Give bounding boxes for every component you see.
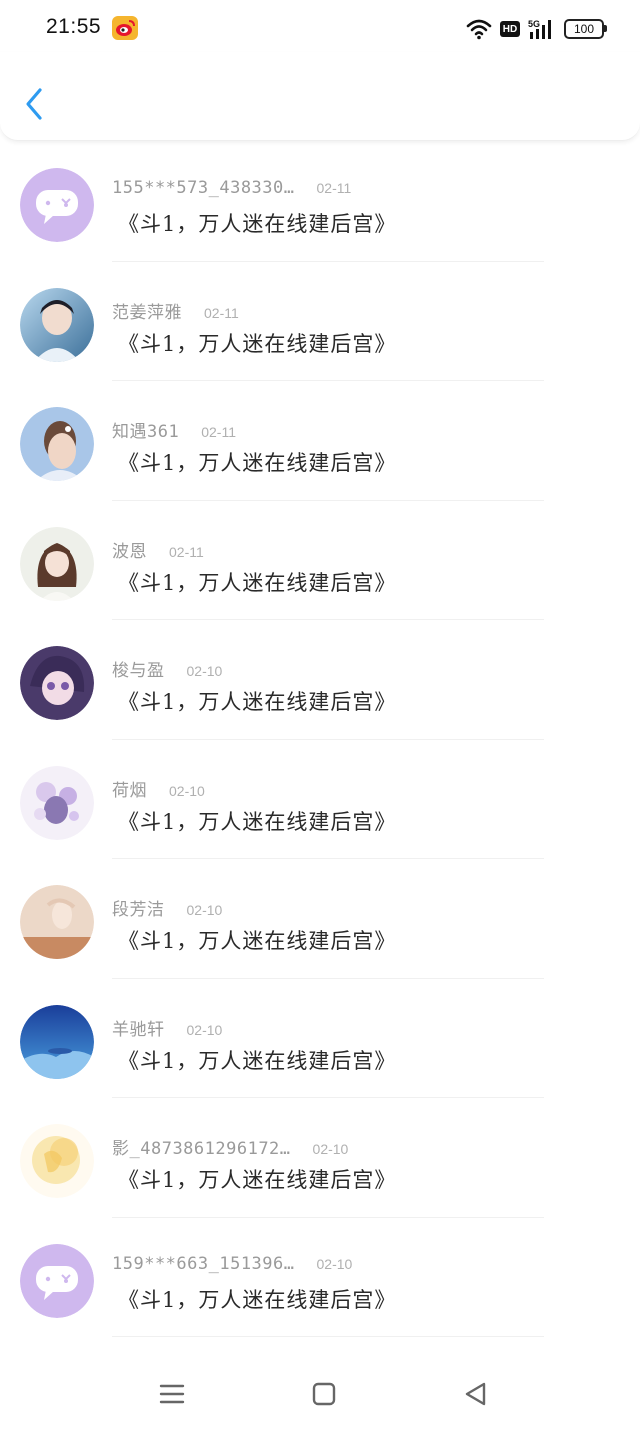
network-type-label: 5G [528, 19, 540, 29]
list-item[interactable]: 段芳洁 02-10 《斗1，万人迷在线建后宫》 [0, 859, 640, 979]
list-item[interactable]: 范姜萍雅 02-11 《斗1，万人迷在线建后宫》 [0, 262, 640, 381]
timestamp: 02-11 [204, 304, 239, 321]
message-text: 《斗1，万人迷在线建后宫》 [118, 1048, 397, 1073]
timestamp: 02-11 [201, 424, 236, 440]
username: 知遇361 [112, 422, 180, 442]
list-item[interactable]: 影_4873861296172… 02-10 《斗1，万人迷在线建后宫》 [0, 1098, 640, 1218]
header [0, 52, 640, 141]
avatar[interactable] [20, 1243, 94, 1318]
timestamp: 02-10 [186, 1021, 223, 1038]
list-item[interactable]: 知遇361 02-11 《斗1，万人迷在线建后宫》 [0, 381, 640, 501]
back-button[interactable] [20, 86, 50, 122]
timestamp: 02-10 [186, 663, 223, 679]
username: 波恩 [112, 541, 147, 562]
timestamp: 02-10 [312, 1141, 349, 1157]
username: 影_4873861296172… [112, 1139, 291, 1159]
chevron-left-icon [26, 88, 42, 120]
message-text: 《斗1，万人迷在线建后宫》 [118, 212, 397, 236]
back-triangle-icon[interactable] [458, 1376, 494, 1412]
message-text: 《斗1，万人迷在线建后宫》 [118, 690, 397, 714]
avatar[interactable] [20, 407, 94, 481]
list-item[interactable]: 羊驰轩 02-10 《斗1，万人迷在线建后宫》 [0, 979, 640, 1098]
message-text: 《斗1，万人迷在线建后宫》 [118, 451, 397, 475]
timestamp: 02-11 [169, 543, 204, 560]
menu-icon[interactable] [154, 1376, 190, 1412]
hd-icon: HD [500, 21, 520, 37]
list-item[interactable]: 荷烟 02-10 《斗1，万人迷在线建后宫》 [0, 740, 640, 859]
message-text: 《斗1，万人迷在线建后宫》 [118, 809, 397, 834]
list-item[interactable]: 159***663_151396… 02-10 《斗1，万人迷在线建后宫》 [0, 1218, 640, 1337]
username: 159***663_151396… [112, 1253, 295, 1274]
signal-5g-icon: 5G [528, 18, 556, 40]
avatar[interactable] [20, 646, 94, 720]
divider [112, 1336, 544, 1337]
timestamp: 02-11 [316, 180, 352, 196]
username: 155***573_438330… [112, 178, 295, 198]
timestamp: 02-10 [186, 902, 223, 918]
wifi-icon [466, 18, 492, 40]
avatar[interactable] [20, 885, 94, 959]
weibo-icon [112, 16, 138, 40]
message-text: 《斗1，万人迷在线建后宫》 [118, 331, 397, 356]
home-square-icon[interactable] [306, 1376, 342, 1412]
username: 羊驰轩 [112, 1019, 165, 1040]
status-time: 21:55 [46, 15, 102, 38]
message-text: 《斗1，万人迷在线建后宫》 [118, 1287, 397, 1312]
message-list: 155***573_438330… 02-11 《斗1，万人迷在线建后宫》 范姜… [0, 142, 640, 1337]
avatar[interactable] [20, 287, 94, 362]
username: 荷烟 [112, 780, 147, 801]
avatar[interactable] [20, 1004, 94, 1079]
message-text: 《斗1，万人迷在线建后宫》 [118, 1168, 397, 1192]
system-nav-bar [0, 1352, 640, 1433]
message-text: 《斗1，万人迷在线建后宫》 [118, 929, 397, 953]
list-item[interactable]: 155***573_438330… 02-11 《斗1，万人迷在线建后宫》 [0, 142, 640, 262]
list-item[interactable]: 梭与盈 02-10 《斗1，万人迷在线建后宫》 [0, 620, 640, 740]
avatar[interactable] [20, 1124, 94, 1198]
avatar[interactable] [20, 526, 94, 601]
list-item[interactable]: 波恩 02-11 《斗1，万人迷在线建后宫》 [0, 501, 640, 620]
avatar[interactable] [20, 168, 94, 242]
timestamp: 02-10 [169, 782, 205, 799]
username: 梭与盈 [112, 661, 165, 681]
username: 范姜萍雅 [112, 302, 182, 323]
avatar[interactable] [20, 765, 94, 840]
status-bar: 21:55 HD 5G 100 [0, 0, 640, 60]
status-icons: HD 5G 100 [466, 16, 607, 42]
battery-icon: 100 [564, 19, 607, 39]
message-text: 《斗1，万人迷在线建后宫》 [118, 570, 397, 595]
timestamp: 02-10 [316, 1255, 353, 1272]
username: 段芳洁 [112, 900, 165, 920]
